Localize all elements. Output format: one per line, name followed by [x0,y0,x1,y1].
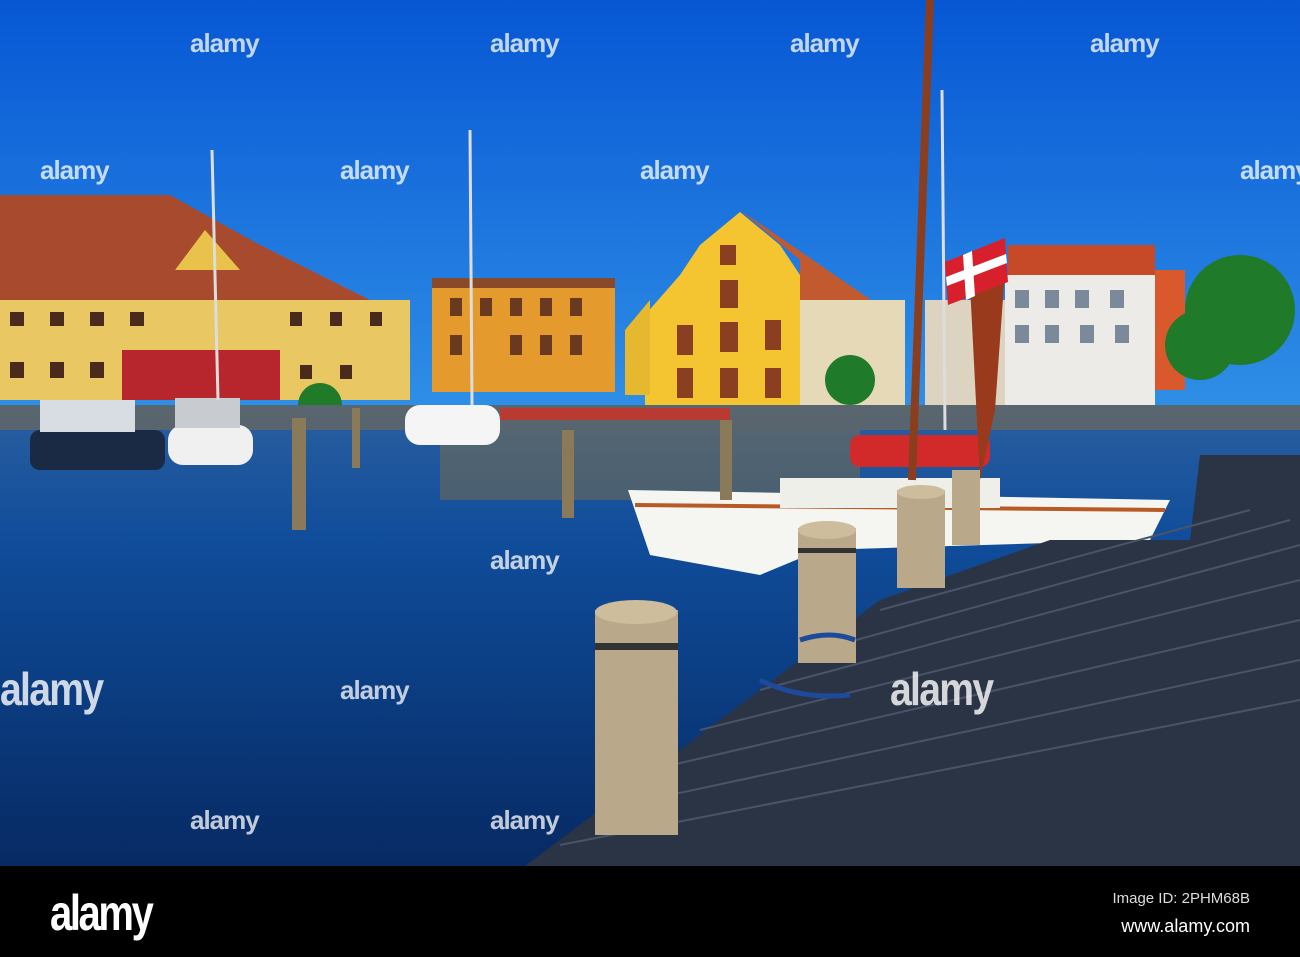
image-id: Image ID: 2PHM68B [1112,890,1250,907]
watermark-large: alamy [0,663,104,715]
watermark-text: alamy [640,155,710,185]
watermark-text: alamy [490,805,560,835]
watermark-text: alamy [340,675,410,705]
watermark-text: alamy [490,28,560,58]
watermark-text: alamy [490,545,560,575]
watermark-text: alamy [1090,28,1160,58]
watermark-text: alamy [190,28,260,58]
orange-building [432,278,615,392]
stock-photo: alamy alamy alamy alamy alamy alamy alam… [0,0,1300,957]
footer-bar: alamy Image ID: 2PHM68B www.alamy.com [0,866,1300,957]
harbor-photo [0,0,1300,866]
watermark-large: alamy [890,663,994,715]
watermark-text: alamy [790,28,860,58]
alamy-logo: alamy [50,885,154,941]
watermark-text: alamy [40,155,110,185]
watermark-text: alamy [1240,155,1300,185]
site-url: www.alamy.com [1121,916,1250,936]
watermark-text: alamy [190,805,260,835]
watermark-text: alamy [340,155,410,185]
